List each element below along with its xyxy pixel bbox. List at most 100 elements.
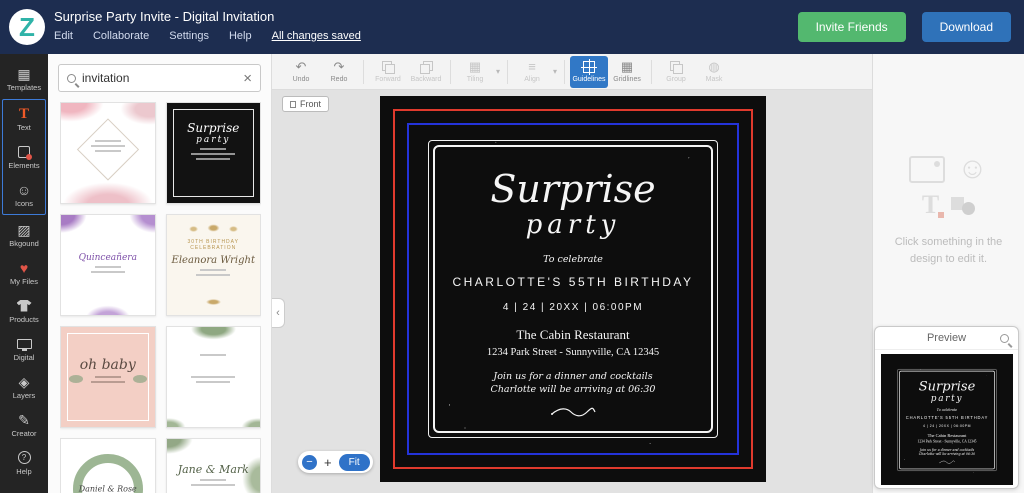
preview-thumbnail[interactable]: Surprise party To celebrate CHARLOTTE'S … [881,354,1013,485]
placeholder-text-line [196,158,230,160]
templates-panel: × Surprise party Quinceañera [48,54,272,493]
design-canvas-area[interactable]: ‹ Front Surprise party To celebrate CHAR… [272,90,872,493]
sidebar-item-icons[interactable]: ☺ Icons [3,176,45,214]
invitation-title-word2[interactable]: party [526,212,621,238]
design-stage[interactable]: Surprise party To celebrate CHARLOTTE'S … [380,96,766,482]
top-bar: Z Surprise Party Invite - Digital Invita… [0,0,1024,54]
page-icon [290,101,296,108]
sidebar-item-label: Help [16,467,31,476]
menu-collaborate[interactable]: Collaborate [93,30,149,42]
invitation-address[interactable]: 1234 Park Street - Sunnyville, CA 12345 [487,347,659,358]
invitation-venue[interactable]: The Cabin Restaurant [516,327,629,343]
toolbar-label: Backward [411,76,442,83]
invitation-title-word1[interactable]: Surprise [490,170,655,208]
thumb-subtitle: party [167,135,261,145]
zoom-fit-button[interactable]: Fit [339,454,370,471]
sidebar-item-elements[interactable]: Elements [3,138,45,176]
menu-help[interactable]: Help [229,30,252,42]
preview-zoom-icon[interactable] [1000,334,1009,343]
template-thumbnail-quinceanera[interactable]: Quinceañera [60,214,156,316]
document-title: Surprise Party Invite - Digital Invitati… [54,9,274,24]
send-backward-icon [420,61,433,74]
send-backward-button[interactable]: Backward [407,56,445,88]
shapes-placeholder-icon [951,195,975,215]
sidebar-item-layers[interactable]: ◈ Layers [0,368,48,406]
placeholder-text-line [95,140,121,142]
zoom-out-button[interactable]: − [302,455,317,470]
gridlines-button[interactable]: ▦ Gridlines [608,56,646,88]
thumb-title [167,362,261,373]
placeholder-text-line [200,354,226,356]
template-thumbnail-oh-baby[interactable]: oh baby [60,326,156,428]
align-dropdown-chevron-icon[interactable]: ▾ [551,67,559,76]
bring-forward-icon [382,61,395,74]
front-side-chip[interactable]: Front [282,96,329,112]
thumb-title: Eleanora Wright [167,255,261,266]
invitation-date-line[interactable]: 4 | 24 | 20XX | 06:00PM [503,302,643,313]
tshirt-icon [17,298,32,313]
collapse-panel-handle[interactable]: ‹ [272,298,285,328]
search-box[interactable]: × [58,64,261,92]
invitation-note-line1[interactable]: Join us for a dinner and cocktails [493,371,652,384]
app-logo[interactable]: Z [9,9,45,45]
invitation-design[interactable]: Surprise party To celebrate CHARLOTTE'S … [380,96,766,482]
smiley-placeholder-icon: ☺ [957,154,988,184]
redo-button[interactable]: ↷ Redo [320,56,358,88]
tiling-dropdown-chevron-icon[interactable]: ▾ [494,67,502,76]
placeholder-icons: ☺ T [873,154,1024,220]
bring-forward-button[interactable]: Forward [369,56,407,88]
sidebar-item-label: Templates [7,83,41,92]
tiling-button[interactable]: ▦ Tiling [456,56,494,88]
mask-button[interactable]: ◍ Mask [695,56,733,88]
sidebar-item-products[interactable]: Products [0,292,48,330]
placeholder-text-line [191,376,235,378]
align-button[interactable]: ≡ Align [513,56,551,88]
saved-status-link[interactable]: All changes saved [272,30,361,42]
undo-button[interactable]: ↶ Undo [282,56,320,88]
sidebar-item-digital[interactable]: Digital [0,330,48,368]
tiling-icon: ▦ [469,61,481,74]
sidebar-item-background[interactable]: ▨ Bkgound [0,216,48,254]
placeholder-text-line [95,266,121,268]
download-button[interactable]: Download [922,12,1011,42]
toolbar-label: Forward [375,76,401,83]
preview-date-line: 4 | 24 | 20XX | 06:00PM [923,424,971,428]
sidebar-item-creator[interactable]: ✎ Creator [0,406,48,444]
sidebar-item-text[interactable]: T Text [3,100,45,138]
menu-edit[interactable]: Edit [54,30,73,42]
invitation-subtitle[interactable]: To celebrate [543,254,603,265]
search-icon [67,74,76,83]
thumb-title: Quinceañera [61,253,155,263]
template-thumbnail-surprise-party[interactable]: Surprise party [166,102,262,204]
guidelines-button[interactable]: Guidelines [570,56,608,88]
template-thumbnail-greenery-wedding[interactable] [166,326,262,428]
invite-friends-button[interactable]: Invite Friends [798,12,906,42]
placeholder-text-line [95,376,121,378]
template-thumbnail-jane-and-mark[interactable]: Jane & Mark [166,438,262,493]
preview-headline: CHARLOTTE'S 55TH BIRTHDAY [906,415,988,420]
sidebar-item-label: Text [17,123,31,132]
template-thumbnail-pink-floral[interactable] [60,102,156,204]
heart-icon: ♥ [20,260,28,275]
group-button[interactable]: Group [657,56,695,88]
text-placeholder-icon: T [922,190,939,220]
template-thumbnail-eucalyptus-wreath[interactable]: Daniel & Rose [60,438,156,493]
menu-settings[interactable]: Settings [169,30,209,42]
sidebar-item-label: My Files [10,277,38,286]
sidebar-item-label: Digital [14,353,35,362]
invitation-headline[interactable]: CHARLOTTE'S 55TH BIRTHDAY [452,275,693,289]
clear-search-icon[interactable]: × [243,71,252,86]
search-input[interactable] [82,71,237,85]
pencil-icon: ✎ [18,412,30,427]
layers-icon: ◈ [19,374,30,389]
zoom-in-button[interactable]: + [324,455,332,470]
zoom-controls: − + Fit [298,451,373,473]
template-thumbnail-30th-birthday[interactable]: 30TH BIRTHDAY CELEBRATION Eleanora Wrigh… [166,214,262,316]
toolbar-label: Tiling [467,76,483,83]
placeholder-text-line [200,148,226,150]
sidebar-item-templates[interactable]: ▦ Templates [0,60,48,98]
sidebar-item-help[interactable]: ? Help [0,444,48,482]
invitation-note-line2[interactable]: Charlotte will be arriving at 06:30 [491,384,656,397]
preview-note-line2: Charlotte will be arriving at 06:30 [919,452,975,456]
sidebar-item-my-files[interactable]: ♥ My Files [0,254,48,292]
